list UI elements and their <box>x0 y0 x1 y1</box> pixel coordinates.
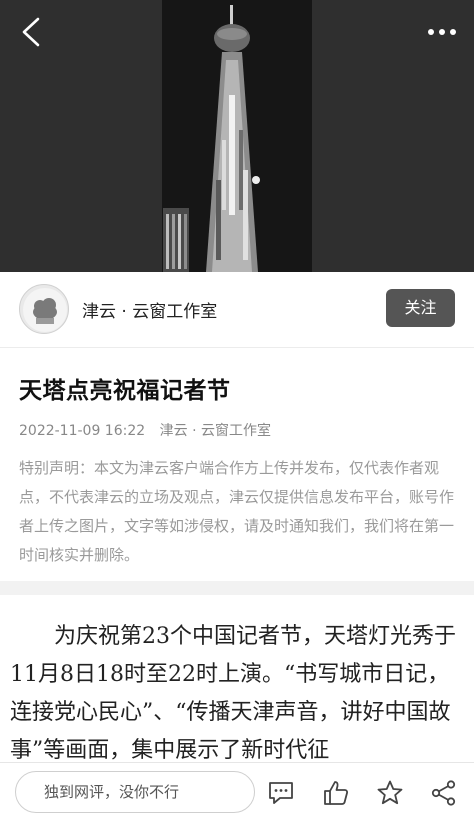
like-button[interactable] <box>322 779 350 807</box>
hero-image <box>0 0 474 272</box>
article-body: 为庆祝第23个中国记者节，天塔灯光秀于11月8日18时至22时上演。“书写城市日… <box>10 624 456 762</box>
avatar-icon <box>23 288 67 332</box>
chevron-left-icon <box>22 17 40 47</box>
more-button[interactable] <box>424 18 460 46</box>
share-icon <box>431 780 456 806</box>
article-meta: 2022-11-09 16:22 津云 · 云窗工作室 <box>19 420 271 440</box>
share-button[interactable] <box>430 779 458 807</box>
author-avatar[interactable] <box>19 284 69 334</box>
star-icon <box>377 780 403 805</box>
follow-button[interactable]: 关注 <box>386 289 455 327</box>
publish-date: 2022-11-09 16:22 <box>19 423 146 439</box>
author-bar: 津云 · 云窗工作室 关注 <box>0 272 474 348</box>
disclaimer-text: 特别声明：本文为津云客户端合作方上传并发布，仅代表作者观点，不代表津云的立场及观… <box>19 459 455 564</box>
tv-tower-illustration <box>163 5 260 272</box>
article-title: 天塔点亮祝福记者节 <box>19 378 231 404</box>
bottom-action-bar: 独到网评，没你不行 <box>0 762 474 823</box>
article-source[interactable]: 津云 · 云窗工作室 <box>160 423 271 439</box>
section-divider <box>0 581 474 595</box>
back-button[interactable] <box>14 14 50 50</box>
comment-button[interactable] <box>267 779 295 807</box>
thumbs-up-icon <box>324 781 349 805</box>
author-name[interactable]: 津云 · 云窗工作室 <box>82 297 217 322</box>
more-dots-icon <box>428 29 456 35</box>
comment-icon <box>269 782 293 804</box>
favorite-button[interactable] <box>376 779 404 807</box>
comment-input[interactable]: 独到网评，没你不行 <box>15 771 255 813</box>
